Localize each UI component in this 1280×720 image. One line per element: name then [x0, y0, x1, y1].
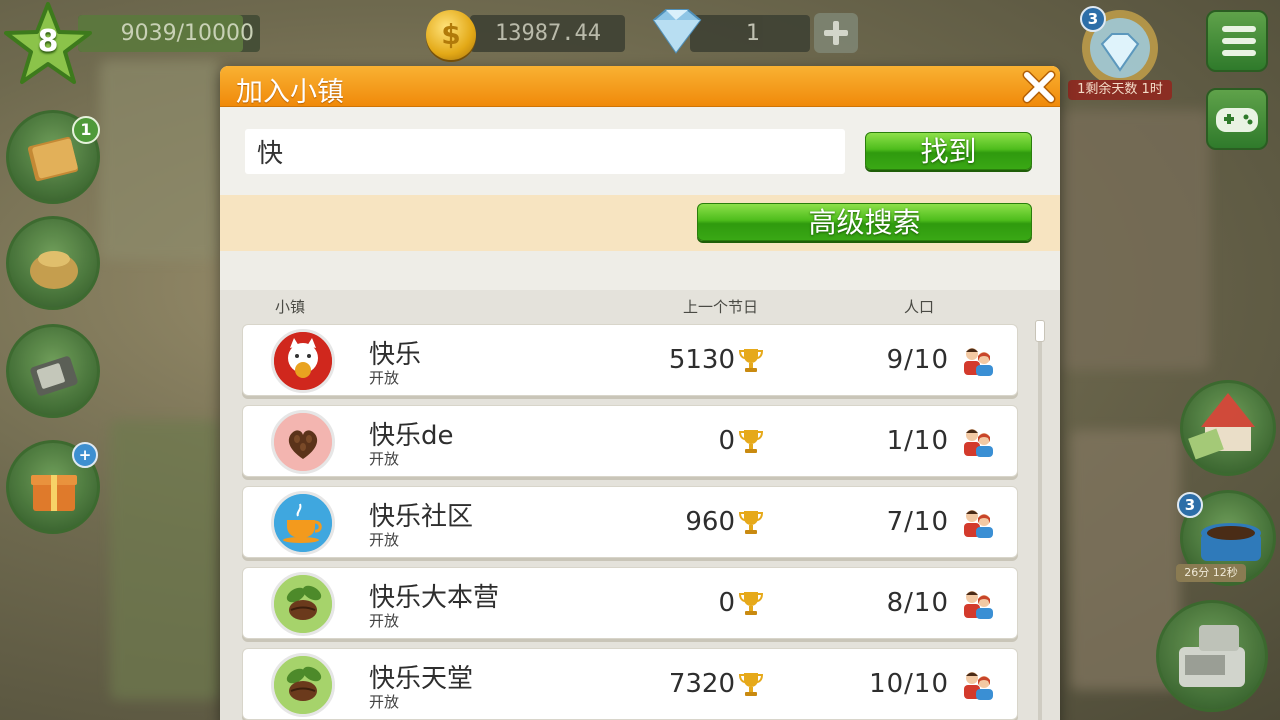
town-population: 8/10: [886, 588, 949, 618]
level-number: 8: [37, 24, 59, 59]
close-icon: [1022, 70, 1056, 104]
festival-score: 960: [685, 507, 735, 537]
town-status: 开放: [369, 450, 400, 468]
town-status: 开放: [369, 693, 400, 711]
trophy-icon: [739, 673, 763, 696]
town-status: 开放: [369, 531, 400, 549]
telephone-icon: [30, 356, 78, 396]
search-row: 找到: [220, 107, 1060, 195]
town-name: 快乐天堂: [369, 664, 474, 694]
event-timer: 1剩余天数 1时: [1068, 80, 1172, 100]
town-search-input[interactable]: [245, 129, 845, 174]
town-row[interactable]: 快乐天堂 开放 7320 10/10: [242, 648, 1018, 720]
gift-badge: +: [72, 442, 98, 468]
festival-score: 0: [718, 588, 735, 618]
town-name: 快乐社区: [369, 502, 474, 532]
trophy-icon: [739, 349, 763, 372]
residents-icon: [964, 429, 993, 457]
column-header-last-festival: 上一个节日: [683, 298, 759, 316]
town-name: 快乐de: [369, 421, 454, 451]
advanced-search-row: 高级搜索: [220, 195, 1060, 251]
gamepad-icon: [1216, 108, 1258, 132]
town-row[interactable]: 快乐社区 开放 960 7/10: [242, 486, 1018, 558]
residents-icon: [964, 591, 993, 619]
find-button[interactable]: 找到: [865, 132, 1032, 170]
cash-register-icon: [1179, 625, 1245, 687]
dialog-title: 加入小镇: [236, 77, 344, 108]
trophy-icon: [739, 592, 763, 615]
ingredients-button[interactable]: [6, 216, 100, 310]
advanced-search-button[interactable]: 高级搜索: [697, 203, 1032, 241]
column-header-population: 人口: [904, 298, 935, 316]
town-row[interactable]: 快乐 开放 5130 9/10: [242, 324, 1018, 396]
list-scrollbar-thumb[interactable]: [1035, 320, 1045, 342]
xp-bar: 9039/10000: [78, 15, 260, 52]
sack-icon: [30, 251, 78, 289]
dialog-header: 加入小镇: [220, 66, 1060, 108]
coffee-badge-count: 3: [1177, 492, 1203, 518]
town-population: 1/10: [886, 426, 949, 456]
join-town-dialog: 加入小镇 找到 高级搜索 小镇 上一个节日 人口 快乐 开: [220, 66, 1060, 720]
town-population: 9/10: [886, 345, 949, 375]
trophy-icon: [739, 430, 763, 453]
gem-bar: 1: [690, 15, 810, 52]
level-star-icon[interactable]: 8: [4, 2, 92, 86]
coffee-cup-icon: [271, 491, 335, 555]
coffee-bean-leaf-icon: [271, 572, 335, 636]
town-list[interactable]: 小镇 上一个节日 人口 快乐 开放 5130 9/10 快乐de 开放 0 1/…: [220, 290, 1060, 720]
background-scenery: [1060, 110, 1210, 370]
coffee-timer: 26分 12秒: [1176, 564, 1246, 582]
residents-icon: [964, 510, 993, 538]
list-scrollbar-track[interactable]: [1038, 320, 1042, 720]
close-dialog-button[interactable]: [1020, 68, 1058, 106]
festival-score: 5130: [668, 345, 735, 375]
background-scenery: [100, 60, 220, 260]
xp-text: 9039/10000: [120, 21, 254, 46]
diamond-icon: [646, 6, 706, 56]
add-gems-button[interactable]: [814, 13, 858, 53]
coin-amount: 13987.44: [495, 21, 601, 46]
gamepad-button[interactable]: [1206, 88, 1268, 150]
residents-icon: [964, 672, 993, 700]
book-badge-count: 1: [72, 116, 100, 144]
town-status: 开放: [369, 612, 400, 630]
town-status: 开放: [369, 369, 400, 387]
residents-icon: [964, 348, 993, 376]
lucky-cat-icon: [271, 329, 335, 393]
event-badge-count: 3: [1080, 6, 1106, 32]
coffee-bean-leaf-icon: [271, 653, 335, 717]
town-population: 10/10: [869, 669, 949, 699]
spacer: [220, 251, 1060, 290]
town-name: 快乐大本营: [369, 583, 500, 613]
circus-tent-icon: [1188, 393, 1255, 460]
festival-score: 7320: [668, 669, 735, 699]
trophy-icon: [739, 511, 763, 534]
phone-button[interactable]: [6, 324, 100, 418]
town-name: 快乐: [369, 340, 422, 370]
town-population: 7/10: [886, 507, 949, 537]
cash-register-button[interactable]: [1156, 600, 1268, 712]
background-scenery: [110, 420, 220, 700]
town-row[interactable]: 快乐大本营 开放 0 8/10: [242, 567, 1018, 639]
coin-icon: $: [426, 10, 476, 60]
coffee-beans-heart-icon: [271, 410, 335, 474]
coin-bar: 13987.44: [470, 15, 625, 52]
menu-button[interactable]: [1206, 10, 1268, 72]
festival-map-button[interactable]: [1180, 380, 1276, 476]
column-header-town: 小镇: [275, 298, 306, 316]
town-row[interactable]: 快乐de 开放 0 1/10: [242, 405, 1018, 477]
festival-score: 0: [718, 426, 735, 456]
gift-box-icon: [31, 475, 77, 511]
